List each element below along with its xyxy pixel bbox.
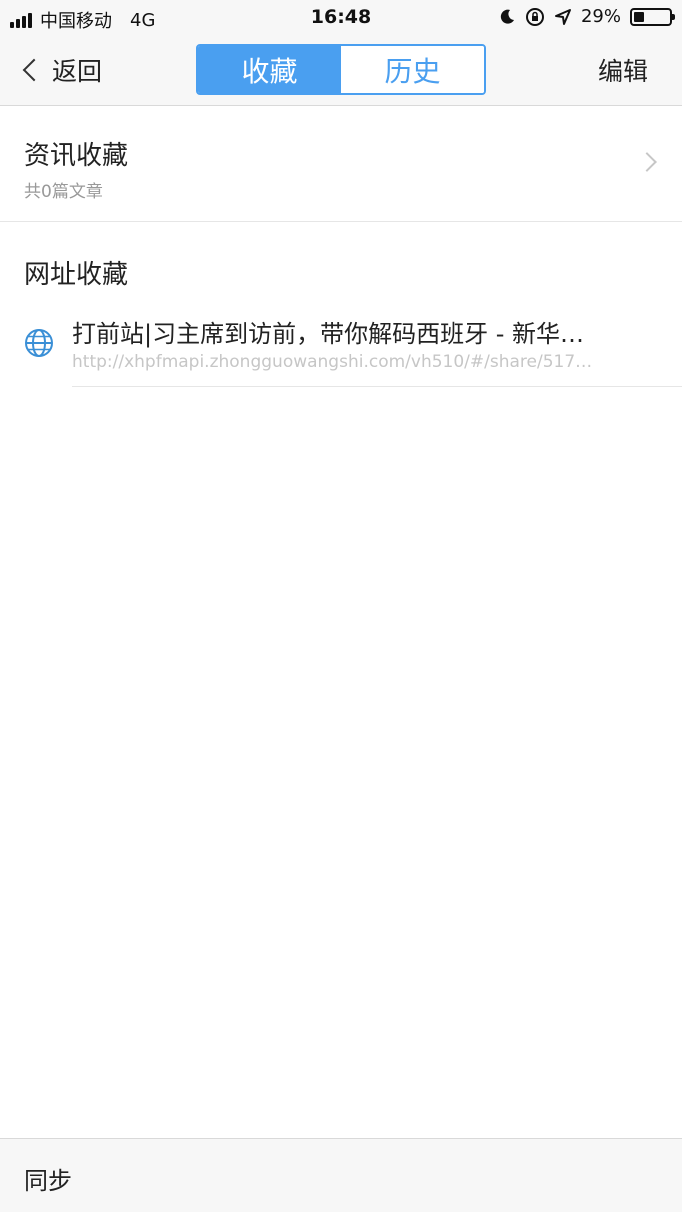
moon-icon bbox=[500, 9, 514, 24]
segmented-control: 收藏 历史 bbox=[196, 44, 486, 95]
battery-level-fill bbox=[634, 11, 644, 22]
url-favorite-title: 打前站|习主席到访前，带你解码西班牙 - 新华… bbox=[72, 320, 585, 348]
rotation-lock-icon bbox=[525, 7, 544, 26]
globe-icon bbox=[25, 329, 53, 357]
location-arrow-icon bbox=[554, 8, 571, 25]
back-button[interactable]: 返回 bbox=[18, 50, 102, 90]
chevron-right-icon bbox=[637, 152, 657, 172]
sync-button[interactable]: 同步 bbox=[24, 1161, 72, 1196]
favorites-screen: 中国移动 4G 16:48 29% 返回 收藏 历史 编辑 资讯收藏 共0篇文章… bbox=[0, 0, 682, 1212]
news-favorites-title: 资讯收藏 bbox=[24, 141, 129, 171]
edit-button[interactable]: 编辑 bbox=[598, 52, 648, 88]
divider bbox=[72, 386, 682, 387]
tab-favorites[interactable]: 收藏 bbox=[198, 46, 341, 93]
status-right: 29% bbox=[498, 6, 675, 27]
news-favorites-count: 共0篇文章 bbox=[24, 182, 103, 202]
url-favorites-title: 网址收藏 bbox=[24, 260, 129, 290]
url-favorite-address: http://xhpfmapi.zhongguowangshi.com/vh51… bbox=[72, 352, 593, 372]
battery-icon bbox=[630, 7, 675, 26]
battery-percent: 29% bbox=[580, 6, 621, 27]
url-favorite-item[interactable]: 打前站|习主席到访前，带你解码西班牙 - 新华… http://xhpfmapi… bbox=[0, 300, 682, 388]
chevron-left-icon bbox=[22, 58, 46, 82]
back-label: 返回 bbox=[52, 57, 103, 86]
news-favorites-row[interactable]: 资讯收藏 共0篇文章 bbox=[0, 107, 682, 222]
tab-history[interactable]: 历史 bbox=[341, 46, 484, 93]
bottom-toolbar: 同步 bbox=[0, 1138, 682, 1212]
status-bar: 中国移动 4G 16:48 29% bbox=[0, 0, 682, 36]
nav-bar: 返回 收藏 历史 编辑 bbox=[0, 36, 682, 106]
